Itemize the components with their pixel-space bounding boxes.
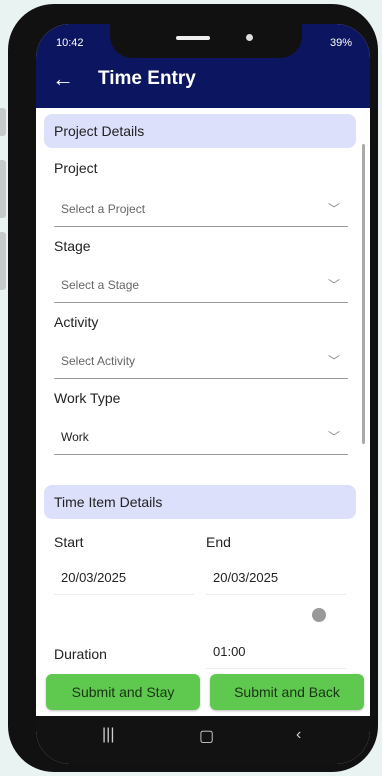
stage-select[interactable]: Select a Stage ﹀ — [54, 270, 348, 303]
activity-label: Activity — [54, 314, 99, 330]
project-label: Project — [54, 160, 98, 176]
recents-icon[interactable]: ||| — [102, 726, 114, 744]
start-label: Start — [54, 534, 84, 550]
start-date-field[interactable]: 20/03/2025 — [54, 564, 194, 595]
stage-placeholder: Select a Stage — [61, 278, 140, 292]
submit-and-stay-button[interactable]: Submit and Stay — [46, 674, 200, 710]
chevron-down-icon: ﹀ — [327, 202, 340, 216]
start-date-value: 20/03/2025 — [61, 570, 127, 585]
app-bar: 10:42 39% ← Time Entry — [36, 24, 370, 108]
chevron-down-icon: ﹀ — [327, 354, 340, 368]
scrollbar[interactable] — [362, 144, 365, 444]
duration-label: Duration — [54, 646, 107, 662]
toggle-switch[interactable] — [312, 608, 326, 622]
work-type-label: Work Type — [54, 390, 121, 406]
chevron-down-icon: ﹀ — [327, 430, 340, 444]
activity-placeholder: Select Activity — [61, 354, 136, 368]
phone-side-button-1 — [0, 108, 6, 136]
stage-label: Stage — [54, 238, 91, 254]
camera-notch — [110, 24, 302, 58]
section-header-project-details: Project Details — [44, 114, 356, 148]
end-date-field[interactable]: 20/03/2025 — [206, 564, 346, 595]
duration-value: 01:00 — [213, 644, 246, 659]
home-icon[interactable]: ▢ — [199, 726, 214, 746]
chevron-down-icon: ﹀ — [327, 278, 340, 292]
section-header-time-item-details: Time Item Details — [44, 485, 356, 519]
camera-icon — [246, 34, 253, 41]
activity-select[interactable]: Select Activity ﹀ — [54, 346, 348, 379]
screen: 10:42 39% ← Time Entry Project Details P… — [36, 24, 370, 764]
work-type-select[interactable]: Work ﹀ — [54, 422, 348, 455]
project-placeholder: Select a Project — [61, 202, 146, 216]
project-select[interactable]: Select a Project ﹀ — [54, 194, 348, 227]
submit-and-back-button[interactable]: Submit and Back — [210, 674, 364, 710]
page-title: Time Entry — [98, 68, 196, 89]
duration-field[interactable]: 01:00 — [206, 638, 346, 669]
status-time: 10:42 — [56, 37, 84, 49]
end-label: End — [206, 534, 231, 550]
phone-side-button-2 — [0, 160, 6, 218]
end-date-value: 20/03/2025 — [213, 570, 279, 585]
phone-frame: 10:42 39% ← Time Entry Project Details P… — [8, 4, 378, 772]
phone-side-button-3 — [0, 232, 6, 290]
arrow-left-icon[interactable]: ← — [52, 68, 74, 90]
work-type-value: Work — [61, 430, 89, 444]
back-icon[interactable]: ‹ — [296, 726, 301, 744]
system-nav-bar: ||| ▢ ‹ — [36, 716, 370, 764]
status-battery: 39% — [329, 37, 352, 49]
speaker-grille — [176, 36, 210, 40]
